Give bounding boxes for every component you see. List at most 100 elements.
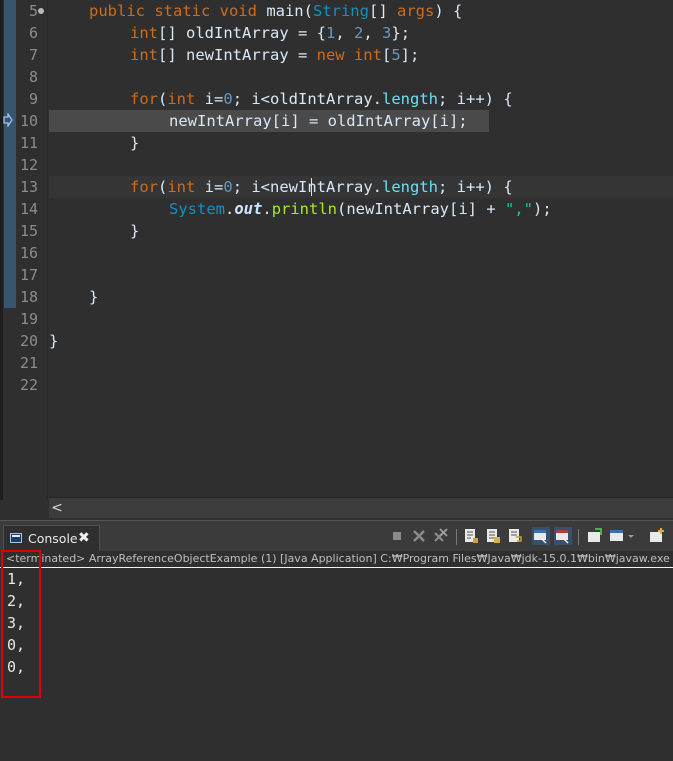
code-token: i= <box>195 178 224 196</box>
console-icon <box>10 533 22 543</box>
process-status-text: <terminated> ArrayReferenceObjectExample… <box>6 552 673 565</box>
keyword-token: int <box>167 178 196 196</box>
code-token: ; i++) { <box>438 90 513 108</box>
type-token: System <box>169 200 225 218</box>
keyword-token: for <box>130 90 158 108</box>
code-line-18[interactable]: } <box>89 286 98 308</box>
close-icon[interactable]: ✖ <box>78 526 90 551</box>
code-line-15[interactable]: } <box>130 220 139 242</box>
number-token: 2 <box>354 24 364 42</box>
code-token: } <box>89 288 99 306</box>
number-token: 0 <box>223 90 233 108</box>
line-number: 13 <box>19 178 38 196</box>
scroll-left-arrow-icon[interactable]: < <box>49 498 65 518</box>
code-token: [] <box>368 2 397 20</box>
horizontal-scrollbar[interactable]: < <box>49 497 673 518</box>
keyword-token: for <box>130 178 158 196</box>
line-number: 12 <box>19 156 38 174</box>
code-token: . <box>262 200 272 218</box>
pin-console-icon[interactable] <box>586 527 604 545</box>
line-number: 10 <box>19 112 38 130</box>
code-line-20[interactable]: } <box>49 330 58 352</box>
code-token: [] newIntArray = <box>158 46 317 64</box>
code-line-5[interactable]: public static void main(String[] args) { <box>89 0 462 22</box>
remove-all-terminated-icon[interactable] <box>432 527 450 545</box>
chevron-down-icon[interactable] <box>626 527 636 545</box>
line-number: 18 <box>19 288 38 306</box>
code-token: ( <box>158 90 168 108</box>
line-number: 5 <box>28 2 38 20</box>
line-number: 16 <box>19 244 38 262</box>
line-number: 8 <box>28 68 38 86</box>
override-marker-icon <box>38 8 44 14</box>
static-field-token: out <box>234 200 263 218</box>
code-line-14[interactable]: System.out.println(newIntArray[i] + ",")… <box>169 198 552 220</box>
code-token: (newIntArray[i] + <box>337 200 505 218</box>
console-status-line: <terminated> ArrayReferenceObjectExample… <box>0 551 673 568</box>
keyword-token: int <box>130 46 158 64</box>
number-token: 1 <box>325 24 336 42</box>
debug-instruction-pointer-icon <box>3 113 13 127</box>
open-console-icon[interactable] <box>648 527 666 545</box>
output-highlight-box <box>1 550 41 698</box>
code-token: ); <box>533 200 552 218</box>
code-token: ; i++) { <box>438 178 513 196</box>
code-token: ; i<oldIntArray. <box>232 90 382 108</box>
code-line-9[interactable]: for(int i=0; i<oldIntArray.length; i++) … <box>130 88 513 110</box>
code-token: ]; <box>400 46 420 64</box>
line-number: 9 <box>28 90 38 108</box>
code-line-11[interactable]: } <box>130 132 139 154</box>
line-number: 21 <box>19 354 38 372</box>
code-token: } <box>130 222 140 240</box>
line-number: 7 <box>28 46 38 64</box>
code-token: ( <box>158 178 168 196</box>
word-wrap-icon[interactable] <box>506 527 524 545</box>
line-number: 19 <box>19 310 38 328</box>
clear-console-icon[interactable] <box>462 527 480 545</box>
method-name-token: main( <box>266 2 313 20</box>
scroll-lock-icon[interactable] <box>484 527 502 545</box>
keyword-token: int <box>353 46 382 64</box>
eclipse-window: 5 6 7 8 9 10 11 12 13 14 15 16 17 18 19 … <box>0 0 673 761</box>
code-line-13[interactable]: for(int i=0; i<newIntArray.length; i++) … <box>130 176 513 198</box>
method-token: println <box>271 200 338 218</box>
display-selected-console-icon[interactable] <box>608 527 626 545</box>
keyword-token: int <box>130 24 158 42</box>
console-header: Console ✖ <box>0 520 673 552</box>
text-caret <box>311 178 312 196</box>
code-editor[interactable]: 5 6 7 8 9 10 11 12 13 14 15 16 17 18 19 … <box>0 0 673 500</box>
console-view: Console ✖ <terminated> ArrayReferenceObj… <box>0 520 673 761</box>
code-token: ) { <box>434 2 463 20</box>
remove-launch-icon[interactable] <box>410 527 428 545</box>
keyword-token: int <box>167 90 196 108</box>
line-number: 11 <box>19 134 38 152</box>
keyword-token: public static void <box>89 2 267 20</box>
code-line-7[interactable]: int[] newIntArray = new int[5]; <box>130 44 419 66</box>
number-token: 0 <box>223 178 233 196</box>
keyword-token: new <box>316 46 354 64</box>
code-line-6[interactable]: int[] oldIntArray = {1, 2, 3}; <box>130 22 410 44</box>
line-number: 15 <box>19 222 38 240</box>
line-number: 6 <box>28 24 38 42</box>
code-token: [ <box>381 46 392 64</box>
show-console-on-stdout-icon[interactable] <box>532 527 550 545</box>
toolbar-separator <box>456 529 457 545</box>
show-console-on-stderr-icon[interactable] <box>554 527 572 545</box>
code-line-10[interactable]: newIntArray[i] = oldIntArray[i]; <box>169 110 468 132</box>
code-token: newIntArray[i] = oldIntArray[i]; <box>169 112 468 130</box>
line-number: 17 <box>19 266 38 284</box>
gutter-separator <box>47 0 48 500</box>
terminate-icon[interactable] <box>388 527 406 545</box>
tab-console[interactable]: Console ✖ <box>3 525 100 552</box>
line-number: 20 <box>19 332 38 350</box>
toolbar-separator <box>578 529 579 545</box>
code-token: , <box>335 24 354 42</box>
code-token: } <box>130 134 140 152</box>
string-token: "," <box>505 200 533 218</box>
code-token: ; i<newIntArray. <box>232 178 382 196</box>
type-token: String <box>312 2 369 20</box>
code-token: . <box>225 200 235 218</box>
parameter-token: args <box>396 2 435 20</box>
line-number: 14 <box>19 200 38 218</box>
field-token: length <box>382 90 438 108</box>
